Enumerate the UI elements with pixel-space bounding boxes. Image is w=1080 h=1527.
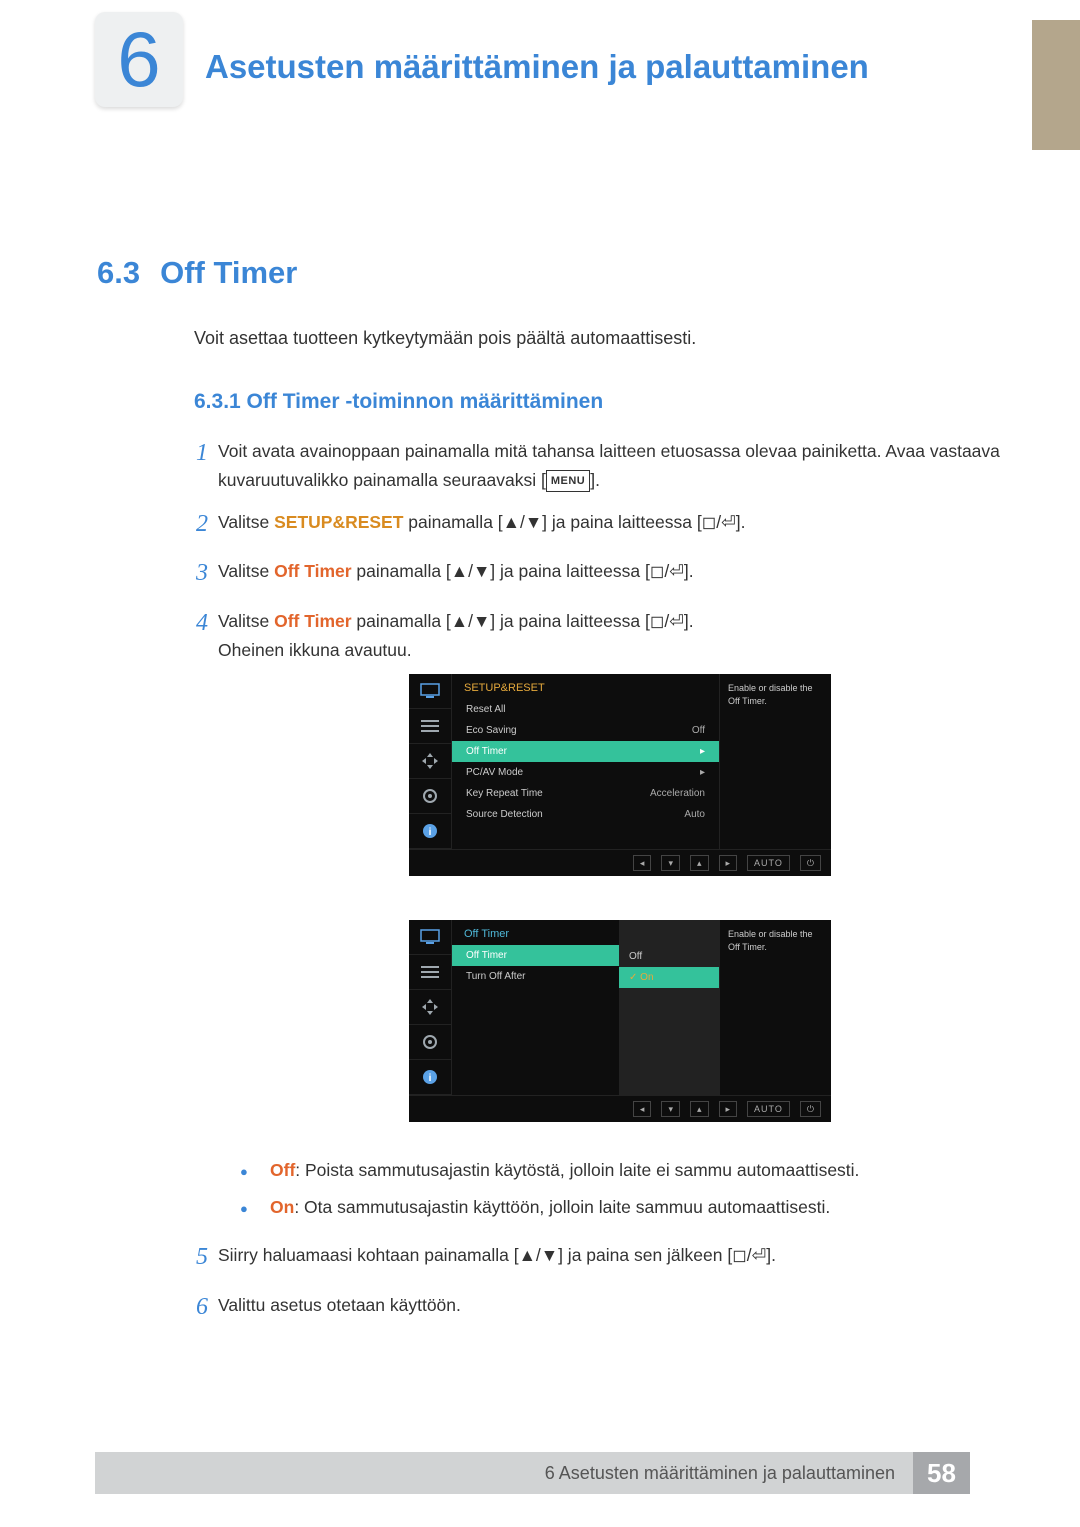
nav-auto: AUTO bbox=[747, 1101, 790, 1117]
nav-right-icon: ▸ bbox=[719, 1101, 738, 1117]
osd-row-offtimer: Off Timer▸ bbox=[452, 741, 719, 762]
step-3: 3 Valitse Off Timer painamalla [▲/▼] ja … bbox=[186, 554, 1000, 594]
footer-bar: 6 Asetusten määrittäminen ja palauttamin… bbox=[95, 1452, 913, 1494]
step-number: 4 bbox=[186, 604, 218, 665]
chapter-number-badge: 6 bbox=[95, 12, 183, 107]
nav-right-icon: ▸ bbox=[719, 855, 738, 871]
info-icon: i bbox=[409, 1060, 451, 1095]
off-timer-highlight: Off Timer bbox=[274, 611, 351, 631]
list-icon bbox=[409, 955, 451, 990]
osd-screenshot-1: i SETUP&RESET Reset All Eco SavingOff Of… bbox=[409, 674, 831, 876]
step-4: 4 Valitse Off Timer painamalla [▲/▼] ja … bbox=[186, 604, 1000, 665]
step-2: 2 Valitse SETUP&RESET painamalla [▲/▼] j… bbox=[186, 505, 1000, 545]
svg-text:i: i bbox=[429, 1073, 432, 1084]
step-number: 6 bbox=[186, 1288, 218, 1328]
step-1: 1 Voit avata avainoppaan painamalla mitä… bbox=[186, 434, 1000, 495]
nav-power-icon: ⏻ bbox=[800, 1101, 821, 1117]
dropdown-option-off: Off bbox=[619, 946, 719, 967]
osd-description: Enable or disable the Off Timer. bbox=[719, 920, 831, 1095]
svg-text:i: i bbox=[429, 827, 432, 838]
arrows-icon bbox=[409, 744, 451, 779]
osd-row-source: Source DetectionAuto bbox=[452, 804, 719, 825]
osd-screenshot-2: i Off Timer Off Timer Turn Off After Off… bbox=[409, 920, 831, 1122]
list-icon bbox=[409, 709, 451, 744]
on-label: On bbox=[270, 1197, 294, 1217]
nav-left-icon: ◂ bbox=[633, 855, 652, 871]
nav-auto: AUTO bbox=[747, 855, 790, 871]
off-label: Off bbox=[270, 1160, 295, 1180]
bullet-list: ● Off: Poista sammutusajastin käytöstä, … bbox=[240, 1160, 990, 1233]
nav-up-icon: ▴ bbox=[690, 1101, 709, 1117]
gear-icon bbox=[409, 779, 451, 814]
step-body: Voit avata avainoppaan painamalla mitä t… bbox=[218, 434, 1000, 495]
osd-row-keyrepeat: Key Repeat TimeAcceleration bbox=[452, 783, 719, 804]
step-body: Valitse Off Timer painamalla [▲/▼] ja pa… bbox=[218, 554, 694, 594]
steps-list-lower: 5 Siirry haluamaasi kohtaan painamalla [… bbox=[186, 1238, 1000, 1337]
bullet-dot-icon: ● bbox=[240, 1197, 270, 1222]
arrows-icon bbox=[409, 990, 451, 1025]
bullet-off: ● Off: Poista sammutusajastin käytöstä, … bbox=[240, 1160, 990, 1185]
menu-label-box: MENU bbox=[546, 470, 590, 492]
top-accent-band bbox=[1032, 20, 1080, 150]
step-body: Valittu asetus otetaan käyttöön. bbox=[218, 1288, 461, 1328]
nav-down-icon: ▾ bbox=[661, 1101, 680, 1117]
bullet-on: ● On: Ota sammutusajastin käyttöön, joll… bbox=[240, 1197, 990, 1222]
step-number: 1 bbox=[186, 434, 218, 495]
monitor-icon bbox=[409, 920, 451, 955]
osd-sidebar: i bbox=[409, 674, 451, 849]
osd-nav-bar: ◂ ▾ ▴ ▸ AUTO ⏻ bbox=[409, 849, 831, 876]
step-body: Valitse Off Timer painamalla [▲/▼] ja pa… bbox=[218, 604, 694, 665]
setup-reset-highlight: SETUP&RESET bbox=[274, 512, 403, 532]
osd-row-offtimer: Off Timer bbox=[452, 945, 619, 966]
osd-row-eco: Eco SavingOff bbox=[452, 720, 719, 741]
osd-dropdown: Off ✓ On bbox=[619, 920, 719, 1095]
osd-sidebar: i bbox=[409, 920, 451, 1095]
info-icon: i bbox=[409, 814, 451, 849]
step-5: 5 Siirry haluamaasi kohtaan painamalla [… bbox=[186, 1238, 1000, 1278]
osd-nav-bar: ◂ ▾ ▴ ▸ AUTO ⏻ bbox=[409, 1095, 831, 1122]
step-body: Valitse SETUP&RESET painamalla [▲/▼] ja … bbox=[218, 505, 745, 545]
osd-row-reset: Reset All bbox=[452, 699, 719, 720]
osd-header: Off Timer bbox=[452, 920, 619, 945]
chapter-title: Asetusten määrittäminen ja palauttaminen bbox=[205, 48, 869, 86]
intro-text: Voit asettaa tuotteen kytkeytymään pois … bbox=[194, 328, 696, 349]
step-number: 2 bbox=[186, 505, 218, 545]
section-heading: 6.3 Off Timer bbox=[97, 255, 297, 291]
osd-header: SETUP&RESET bbox=[452, 674, 719, 699]
osd-menu-panel: Off Timer Off Timer Turn Off After Off ✓… bbox=[451, 920, 719, 1095]
step-body: Siirry haluamaasi kohtaan painamalla [▲/… bbox=[218, 1238, 776, 1278]
step-number: 5 bbox=[186, 1238, 218, 1278]
subsection-heading: 6.3.1 Off Timer -toiminnon määrittäminen bbox=[194, 390, 603, 414]
nav-power-icon: ⏻ bbox=[800, 855, 821, 871]
step-number: 3 bbox=[186, 554, 218, 594]
osd-row-turnoffafter: Turn Off After bbox=[452, 966, 619, 987]
steps-list: 1 Voit avata avainoppaan painamalla mitä… bbox=[186, 434, 1000, 675]
off-timer-highlight: Off Timer bbox=[274, 561, 351, 581]
page-number: 58 bbox=[913, 1452, 970, 1494]
osd-menu-panel: SETUP&RESET Reset All Eco SavingOff Off … bbox=[451, 674, 719, 849]
step-6: 6 Valittu asetus otetaan käyttöön. bbox=[186, 1288, 1000, 1328]
nav-up-icon: ▴ bbox=[690, 855, 709, 871]
section-title: Off Timer bbox=[160, 255, 297, 290]
bullet-dot-icon: ● bbox=[240, 1160, 270, 1185]
osd-description: Enable or disable the Off Timer. bbox=[719, 674, 831, 849]
gear-icon bbox=[409, 1025, 451, 1060]
footer-text: 6 Asetusten määrittäminen ja palauttamin… bbox=[545, 1463, 895, 1484]
section-number: 6.3 bbox=[97, 255, 140, 290]
osd-row-pcav: PC/AV Mode▸ bbox=[452, 762, 719, 783]
nav-down-icon: ▾ bbox=[661, 855, 680, 871]
dropdown-option-on: ✓ On bbox=[619, 967, 719, 988]
nav-left-icon: ◂ bbox=[633, 1101, 652, 1117]
monitor-icon bbox=[409, 674, 451, 709]
